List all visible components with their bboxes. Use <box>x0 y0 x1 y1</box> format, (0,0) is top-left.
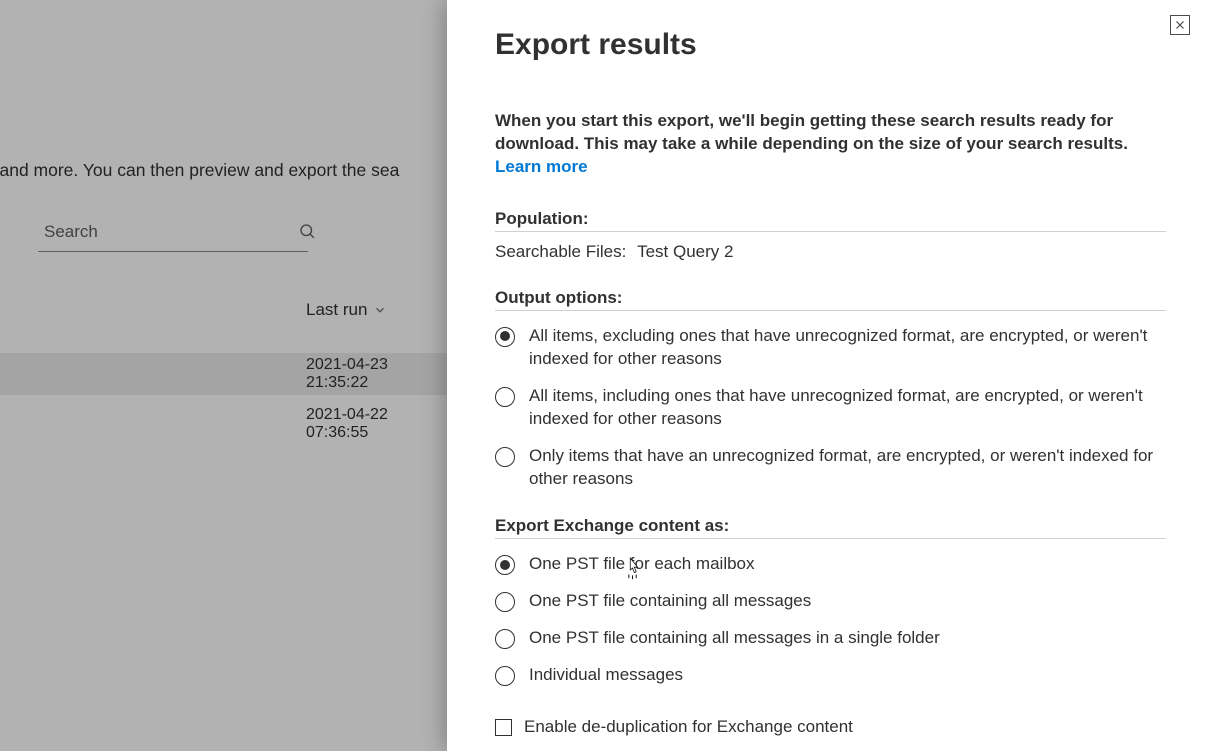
learn-more-link[interactable]: Learn more <box>495 157 588 176</box>
radio-icon <box>495 629 515 649</box>
radio-label: All items, including ones that have unre… <box>529 385 1166 431</box>
radio-label: All items, excluding ones that have unre… <box>529 325 1166 371</box>
close-icon <box>1174 19 1186 31</box>
population-value: Test Query 2 <box>637 242 733 262</box>
close-button[interactable] <box>1170 15 1190 35</box>
panel-title: Export results <box>495 28 1166 62</box>
radio-label: One PST file for each mailbox <box>529 553 759 576</box>
radio-icon <box>495 447 515 467</box>
intro-body: When you start this export, we'll begin … <box>495 111 1128 153</box>
radio-icon <box>495 666 515 686</box>
export-as-pst-per-mailbox[interactable]: One PST file for each mailbox <box>495 553 1166 576</box>
output-option-only-unindexed[interactable]: Only items that have an unrecognized for… <box>495 445 1166 491</box>
radio-label: Only items that have an unrecognized for… <box>529 445 1166 491</box>
radio-label: Individual messages <box>529 664 687 687</box>
export-as-pst-single-folder[interactable]: One PST file containing all messages in … <box>495 627 1166 650</box>
population-section-label: Population: <box>495 209 1166 232</box>
radio-icon <box>495 592 515 612</box>
output-option-all-excluding[interactable]: All items, excluding ones that have unre… <box>495 325 1166 371</box>
population-value-line: Searchable Files: Test Query 2 <box>495 242 1166 262</box>
export-as-pst-all-messages[interactable]: One PST file containing all messages <box>495 590 1166 613</box>
output-options-radiogroup: All items, excluding ones that have unre… <box>495 325 1166 491</box>
radio-icon <box>495 387 515 407</box>
output-option-all-including[interactable]: All items, including ones that have unre… <box>495 385 1166 431</box>
radio-label: One PST file containing all messages in … <box>529 627 944 650</box>
radio-label: One PST file containing all messages <box>529 590 815 613</box>
radio-icon <box>495 555 515 575</box>
export-as-individual-messages[interactable]: Individual messages <box>495 664 1166 687</box>
population-key: Searchable Files: <box>495 242 626 262</box>
checkbox-icon <box>495 719 512 736</box>
output-options-section-label: Output options: <box>495 288 1166 311</box>
checkbox-label: Enable de-duplication for Exchange conte… <box>524 717 853 737</box>
dedup-checkbox[interactable]: Enable de-duplication for Exchange conte… <box>495 717 1166 737</box>
panel-intro-text: When you start this export, we'll begin … <box>495 110 1166 179</box>
export-as-radiogroup: One PST file for each mailbox One PST fi… <box>495 553 1166 687</box>
export-exchange-section-label: Export Exchange content as: <box>495 516 1166 539</box>
radio-icon <box>495 327 515 347</box>
export-results-panel: Export results When you start this expor… <box>447 0 1206 751</box>
